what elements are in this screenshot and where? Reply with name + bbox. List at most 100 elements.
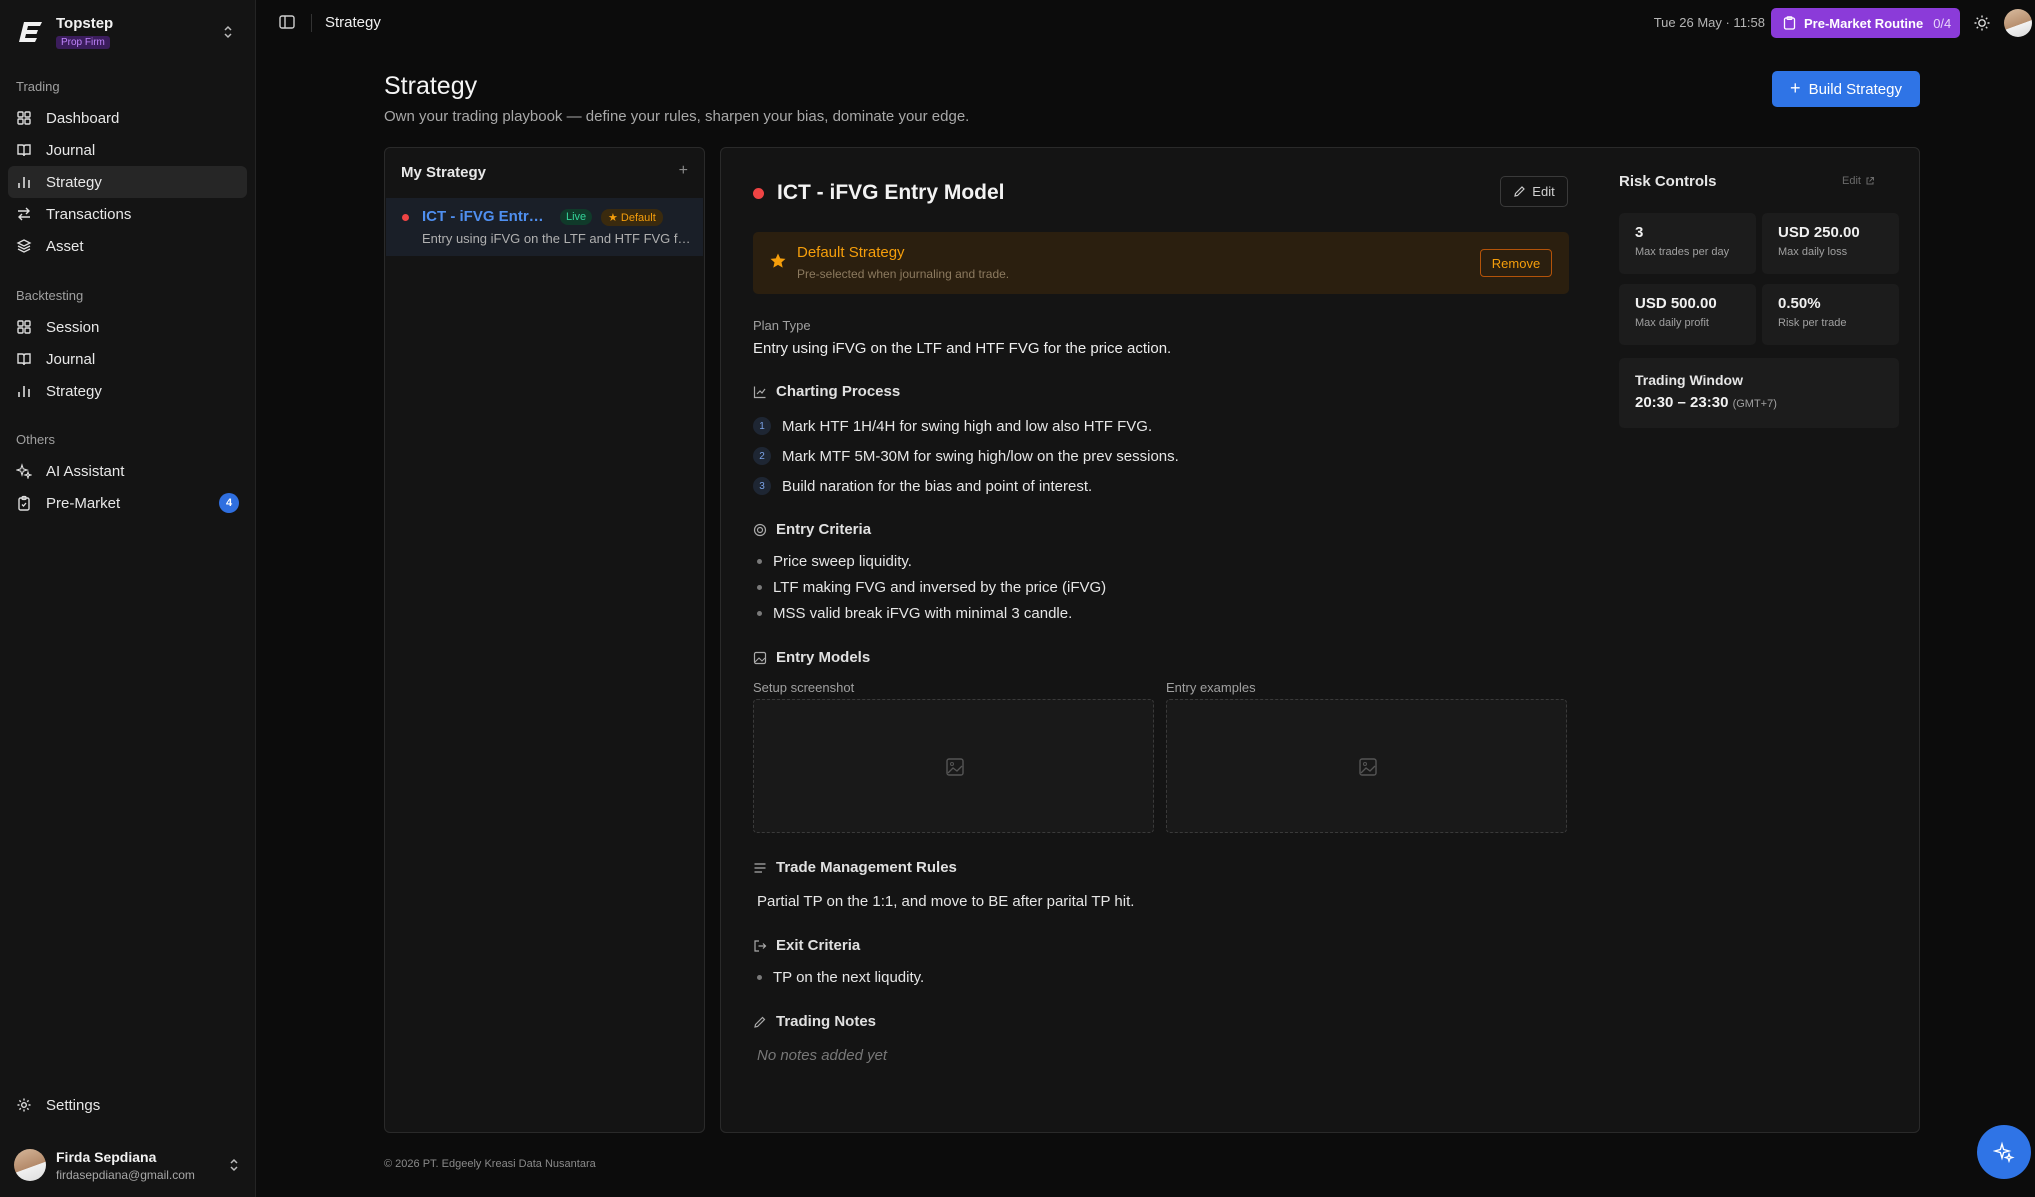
sidebar-item-label: Pre-Market — [46, 494, 121, 512]
book-icon — [17, 144, 31, 157]
step-number: 1 — [753, 417, 771, 435]
bar-chart-icon — [18, 386, 30, 397]
nav-section-backtesting: Backtesting — [16, 288, 84, 303]
default-title: Default Strategy — [797, 244, 905, 261]
edit-risk-link[interactable]: Edit — [1842, 175, 1875, 187]
build-strategy-label: Build Strategy — [1808, 80, 1902, 98]
sidebar-item-ai-assistant[interactable]: AI Assistant — [8, 455, 247, 487]
risk-card-max-daily-profit: USD 500.00 Max daily profit — [1619, 284, 1756, 345]
sidebar-item-settings[interactable]: Settings — [8, 1089, 247, 1121]
datetime: Tue 26 May · 11:58 — [1653, 15, 1765, 30]
arrows-icon — [18, 207, 30, 221]
sidebar: Topstep Prop Firm Trading Dashboard Jour… — [0, 0, 256, 1197]
sidebar-item-transactions[interactable]: Transactions — [8, 198, 247, 230]
list-item: 1 Mark HTF 1H/4H for swing high and low … — [753, 417, 1152, 435]
risk-card-risk-per-trade: 0.50% Risk per trade — [1762, 284, 1899, 345]
add-strategy-button[interactable]: + — [679, 162, 688, 180]
pencil-icon — [754, 1016, 766, 1028]
trading-window-card: Trading Window 20:30 – 23:30 (GMT+7) — [1619, 358, 1899, 428]
sidebar-item-label: AI Assistant — [46, 462, 125, 480]
clipboard-icon — [18, 495, 30, 511]
avatar[interactable] — [2004, 9, 2032, 37]
topbar-divider — [311, 14, 312, 32]
section-title: Trading Notes — [776, 1013, 877, 1030]
risk-card-max-daily-loss: USD 250.00 Max daily loss — [1762, 213, 1899, 274]
target-icon — [753, 523, 767, 536]
edit-label: Edit — [1532, 184, 1555, 199]
risk-label: Max trades per day — [1635, 246, 1730, 258]
pre-market-routine-button[interactable]: Pre-Market Routine 0/4 — [1771, 8, 1960, 38]
sidebar-item-label: Journal — [46, 350, 96, 368]
my-strategy-header: My Strategy — [401, 164, 487, 181]
routine-label: Pre-Market Routine — [1804, 15, 1924, 31]
live-badge: Live — [560, 209, 593, 225]
breadcrumb: Strategy — [325, 14, 381, 31]
page-subtitle: Own your trading playbook — define your … — [384, 108, 970, 125]
sidebar-item-label: Session — [46, 318, 100, 336]
list-item: 3 Build naration for the bias and point … — [753, 477, 1092, 495]
risk-label: Risk per trade — [1778, 317, 1847, 329]
sidebar-item-asset[interactable]: Asset — [8, 230, 247, 262]
sidebar-item-dashboard[interactable]: Dashboard — [8, 102, 247, 134]
plan-type-value: Entry using iFVG on the LTF and HTF FVG … — [753, 340, 1172, 357]
book-icon — [17, 353, 31, 366]
ai-assistant-fab[interactable] — [1977, 1125, 2031, 1179]
risk-value: 3 — [1635, 224, 1644, 241]
strategy-title: ICT - iFVG Entry Model — [777, 181, 1005, 204]
sun-icon[interactable] — [1973, 14, 1991, 32]
sidebar-item-journal[interactable]: Journal — [8, 134, 247, 166]
gear-icon — [17, 1098, 31, 1112]
list-item: LTF making FVG and inversed by the price… — [757, 579, 1106, 596]
sidebar-item-pre-market[interactable]: Pre-Market 4 — [8, 487, 247, 519]
sidebar-toggle-icon[interactable] — [278, 13, 296, 31]
avatar — [14, 1149, 46, 1181]
exit-criteria-header: Exit Criteria — [753, 937, 860, 954]
user-menu[interactable]: Firda Sepdiana firdasepdiana@gmail.com — [14, 1143, 244, 1187]
strategy-title: ICT - iFVG Entry Model — [422, 208, 550, 225]
workspace-switcher[interactable]: Topstep Prop Firm — [16, 14, 242, 50]
strategy-detail-panel: ICT - iFVG Entry Model Edit Default Stra… — [720, 147, 1920, 1133]
build-strategy-button[interactable]: + Build Strategy — [1772, 71, 1920, 107]
entry-examples-dropzone[interactable] — [1166, 699, 1567, 833]
layers-icon — [16, 239, 32, 253]
list-item[interactable]: ICT - iFVG Entry Model Live ★ Default En… — [386, 198, 703, 256]
sidebar-item-label: Settings — [46, 1096, 101, 1114]
risk-value: USD 250.00 — [1778, 224, 1860, 241]
sidebar-item-backtest-journal[interactable]: Journal — [8, 343, 247, 375]
entry-criteria-header: Entry Criteria — [753, 521, 871, 538]
list-item: 2 Mark MTF 5M-30M for swing high/low on … — [753, 447, 1179, 465]
trading-notes-header: Trading Notes — [753, 1013, 876, 1030]
bar-chart-icon — [18, 177, 30, 188]
remove-default-button[interactable]: Remove — [1480, 249, 1552, 277]
list-item: TP on the next liqudity. — [757, 969, 924, 986]
strategy-description: Entry using iFVG on the LTF and HTF FVG … — [422, 231, 692, 246]
chevron-up-down-icon — [230, 1158, 238, 1172]
chart-line-icon — [753, 386, 766, 398]
step-number: 2 — [753, 447, 771, 465]
sidebar-item-label: Strategy — [46, 173, 102, 191]
sidebar-item-label: Transactions — [46, 205, 132, 223]
setup-screenshot-dropzone[interactable] — [753, 699, 1154, 833]
sidebar-item-label: Dashboard — [46, 109, 120, 127]
user-email: firdasepdiana@gmail.com — [56, 1167, 195, 1182]
sidebar-item-backtest-strategy[interactable]: Strategy — [8, 375, 247, 407]
trading-window-title: Trading Window — [1635, 372, 1743, 388]
section-title: Charting Process — [776, 383, 901, 400]
sidebar-item-session[interactable]: Session — [8, 311, 247, 343]
trading-window-timezone: (GMT+7) — [1732, 398, 1777, 410]
trade-management-header: Trade Management Rules — [753, 859, 957, 876]
risk-edit-label: Edit — [1842, 175, 1861, 187]
edit-strategy-button[interactable]: Edit — [1500, 176, 1568, 207]
brand-name: Topstep — [56, 14, 114, 32]
topbar: Strategy Tue 26 May · 11:58 Pre-Market R… — [256, 0, 2035, 46]
step-text: Mark HTF 1H/4H for swing high and low al… — [782, 417, 1153, 435]
nav-section-trading: Trading — [16, 79, 60, 94]
main-content: Strategy Tue 26 May · 11:58 Pre-Market R… — [256, 0, 2035, 1197]
section-title: Exit Criteria — [776, 937, 861, 954]
risk-label: Max daily loss — [1778, 246, 1848, 258]
sidebar-item-strategy[interactable]: Strategy — [8, 166, 247, 198]
star-icon — [770, 253, 786, 268]
trading-window-time: 20:30 – 23:30 (GMT+7) — [1635, 394, 1883, 411]
routine-count: 0/4 — [1933, 15, 1952, 31]
brand-badge: Prop Firm — [56, 35, 110, 49]
